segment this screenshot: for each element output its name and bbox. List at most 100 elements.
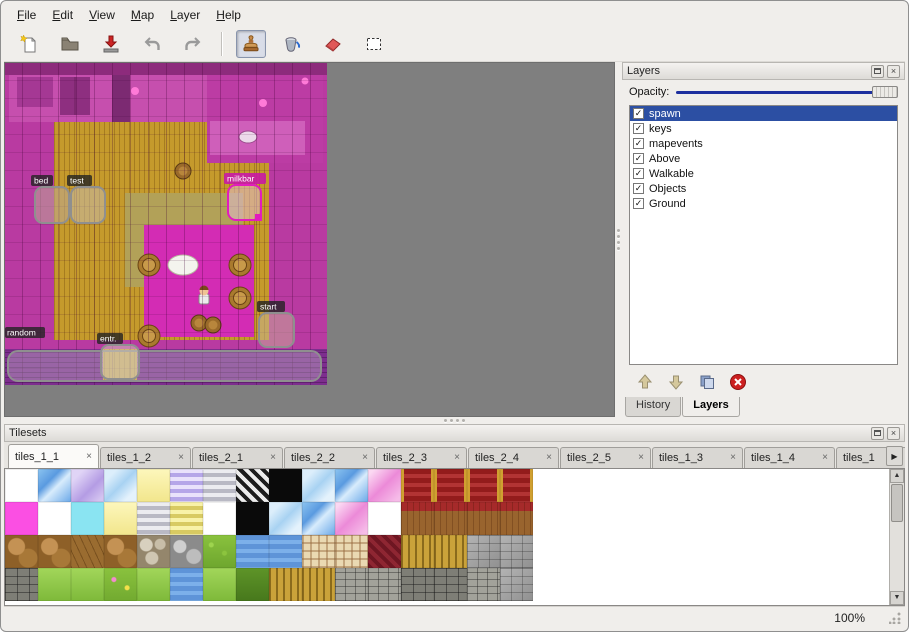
raise-layer-button[interactable]	[634, 371, 656, 393]
menu-edit[interactable]: Edit	[45, 6, 80, 24]
tileset-tab[interactable]: tiles_1_3 ×	[652, 447, 743, 468]
tileset-tab[interactable]: tiles_2_1 ×	[192, 447, 283, 468]
close-icon[interactable]: ×	[86, 452, 92, 462]
tab-layers[interactable]: Layers	[682, 397, 739, 417]
menu-file[interactable]: File	[10, 6, 43, 24]
layer-visibility-checkbox[interactable]: ✓	[633, 183, 644, 194]
lower-layer-button[interactable]	[665, 371, 687, 393]
tilesets-float-button[interactable]	[871, 427, 884, 440]
tile-graystripe[interactable]	[137, 502, 170, 535]
tile-redbanner[interactable]	[434, 469, 467, 502]
save-button[interactable]	[96, 30, 126, 58]
tileset-tab[interactable]: tiles_2_2 ×	[284, 447, 375, 468]
tileset-tab[interactable]: tiles_2_4 ×	[468, 447, 559, 468]
menu-layer[interactable]: Layer	[163, 6, 207, 24]
tile-redbanner[interactable]	[467, 469, 500, 502]
tile-dirt[interactable]	[38, 535, 71, 568]
map-object-random[interactable]	[8, 351, 321, 381]
close-icon[interactable]: ×	[638, 453, 644, 463]
layer-row-above[interactable]: ✓ Above	[630, 151, 897, 166]
redo-button[interactable]	[178, 30, 208, 58]
tab-scroll-right-button[interactable]: ▶	[886, 446, 903, 466]
tile-white[interactable]	[203, 502, 236, 535]
close-icon[interactable]: ×	[454, 453, 460, 463]
tile-woodred[interactable]	[467, 502, 500, 535]
open-button[interactable]	[55, 30, 85, 58]
layer-row-keys[interactable]: ✓ keys	[630, 121, 897, 136]
layer-visibility-checkbox[interactable]: ✓	[633, 168, 644, 179]
layer-row-objects[interactable]: ✓ Objects	[630, 181, 897, 196]
scroll-up-button[interactable]: ▲	[890, 469, 904, 483]
map-object-milkbar[interactable]	[228, 185, 262, 221]
stamp-brush-button[interactable]	[236, 30, 266, 58]
tile-goldcol[interactable]	[269, 568, 302, 601]
tile-water[interactable]	[335, 469, 368, 502]
tileset-tab[interactable]: tiles_1_2 ×	[100, 447, 191, 468]
opacity-slider[interactable]	[676, 85, 898, 99]
layer-visibility-checkbox[interactable]: ✓	[633, 108, 644, 119]
tile-lavender[interactable]	[71, 469, 104, 502]
layer-row-walkable[interactable]: ✓ Walkable	[630, 166, 897, 181]
layer-visibility-checkbox[interactable]: ✓	[633, 138, 644, 149]
tile-pinksparkle[interactable]	[368, 469, 401, 502]
tile-grass2[interactable]	[137, 568, 170, 601]
layer-visibility-checkbox[interactable]: ✓	[633, 198, 644, 209]
tile-white[interactable]	[38, 502, 71, 535]
tileset-tab[interactable]: tiles_2_5 ×	[560, 447, 651, 468]
rect-select-button[interactable]	[359, 30, 389, 58]
layer-visibility-checkbox[interactable]: ✓	[633, 123, 644, 134]
tile-grass2[interactable]	[71, 568, 104, 601]
tab-history[interactable]: History	[625, 397, 681, 417]
tile-magenta[interactable]	[5, 502, 38, 535]
close-icon[interactable]: ×	[822, 453, 828, 463]
delete-layer-button[interactable]	[727, 371, 749, 393]
tile-goldcol[interactable]	[401, 535, 434, 568]
layer-row-mapevents[interactable]: ✓ mapevents	[630, 136, 897, 151]
tileset-tab[interactable]: tiles_1_4 ×	[744, 447, 835, 468]
menu-map[interactable]: Map	[124, 6, 161, 24]
menu-view[interactable]: View	[82, 6, 122, 24]
tile-water[interactable]	[38, 469, 71, 502]
tile-skyblue[interactable]	[302, 469, 335, 502]
tile-graystripe[interactable]	[203, 469, 236, 502]
tile-goldcol[interactable]	[302, 568, 335, 601]
tile-white[interactable]	[368, 502, 401, 535]
tile-water2[interactable]	[269, 535, 302, 568]
tile-cobble[interactable]	[137, 535, 170, 568]
map-object-bed[interactable]	[35, 187, 69, 223]
tileset-tab[interactable]: tiles_2_3 ×	[376, 447, 467, 468]
layer-row-spawn[interactable]: ✓ spawn	[630, 106, 897, 121]
tile-cyan[interactable]	[71, 502, 104, 535]
tile-graybrick[interactable]	[401, 568, 434, 601]
map-view[interactable]: bed test milkbar start entr. random	[4, 62, 615, 417]
tile-plaid[interactable]	[335, 535, 368, 568]
tile-dirt[interactable]	[104, 535, 137, 568]
tile-pinksparkle[interactable]	[335, 502, 368, 535]
tile-redbanner[interactable]	[401, 469, 434, 502]
duplicate-layer-button[interactable]	[696, 371, 718, 393]
tile-maroon[interactable]	[368, 535, 401, 568]
layer-row-ground[interactable]: ✓ Ground	[630, 196, 897, 211]
tile-stone[interactable]	[500, 535, 533, 568]
close-icon[interactable]: ×	[362, 453, 368, 463]
dock-splitter-vertical[interactable]	[615, 62, 622, 417]
layer-visibility-checkbox[interactable]: ✓	[633, 153, 644, 164]
tile-skyblue[interactable]	[269, 502, 302, 535]
dock-splitter-horizontal[interactable]	[4, 417, 905, 424]
close-icon[interactable]: ×	[546, 453, 552, 463]
tile-white[interactable]	[5, 469, 38, 502]
tile-black[interactable]	[269, 469, 302, 502]
map-object-start[interactable]	[259, 313, 294, 347]
tile-grassflower[interactable]	[104, 568, 137, 601]
tile-stonewall[interactable]	[335, 568, 368, 601]
tile-grass2[interactable]	[203, 568, 236, 601]
tileset-scrollbar[interactable]: ▲ ▼	[889, 469, 904, 605]
map-object-entr[interactable]	[101, 345, 139, 379]
tile-stonewall[interactable]	[368, 568, 401, 601]
tile-plaid[interactable]	[302, 535, 335, 568]
scrollbar-thumb[interactable]	[891, 484, 903, 522]
tile-grass[interactable]	[203, 535, 236, 568]
map-object-test[interactable]	[71, 187, 105, 223]
tile-woodred[interactable]	[401, 502, 434, 535]
tilesets-close-button[interactable]: ×	[887, 427, 900, 440]
